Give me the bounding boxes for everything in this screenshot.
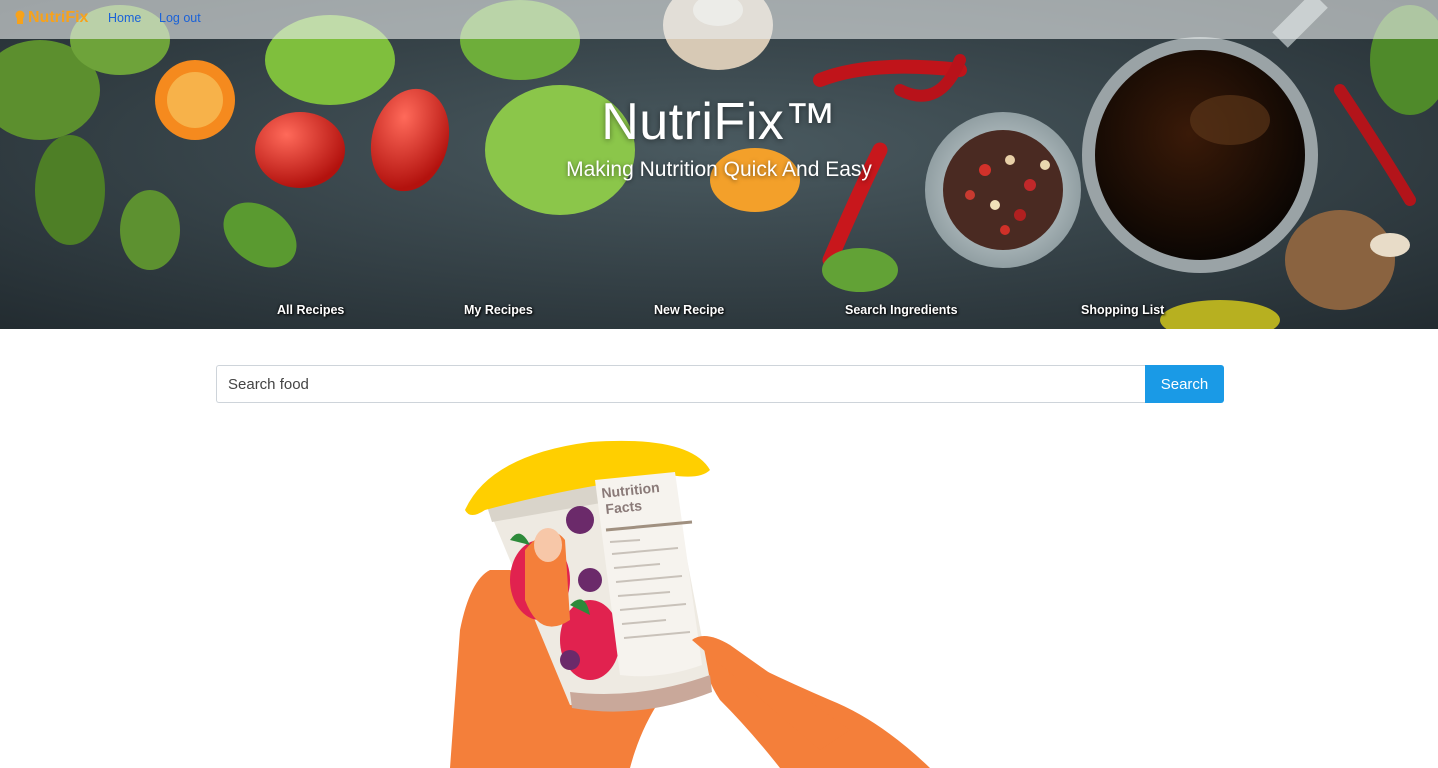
nutrition-facts-illustration: Nutrition Facts [450, 440, 930, 768]
nav-home-link[interactable]: Home [108, 11, 141, 25]
menu-new-recipe[interactable]: New Recipe [654, 303, 724, 317]
search-button[interactable]: Search [1145, 365, 1224, 403]
hero-subtitle: Making Nutrition Quick And Easy [566, 158, 872, 181]
nav-logout-link[interactable]: Log out [159, 11, 201, 25]
brand-name: NutriFix [28, 9, 89, 26]
hero-title: NutriFix™ [601, 93, 837, 151]
food-search-input[interactable] [216, 365, 1146, 403]
top-navbar: NutriFix Home Log out [0, 0, 1438, 39]
chef-hat-icon [15, 10, 25, 24]
menu-my-recipes[interactable]: My Recipes [464, 303, 533, 317]
hero-banner: NutriFix Home Log out NutriFix™ Making N… [0, 0, 1438, 329]
menu-all-recipes[interactable]: All Recipes [277, 303, 344, 317]
menu-shopping-list[interactable]: Shopping List [1081, 303, 1164, 317]
menu-search-ingredients[interactable]: Search Ingredients [845, 303, 958, 317]
brand-logo[interactable]: NutriFix [14, 9, 88, 27]
